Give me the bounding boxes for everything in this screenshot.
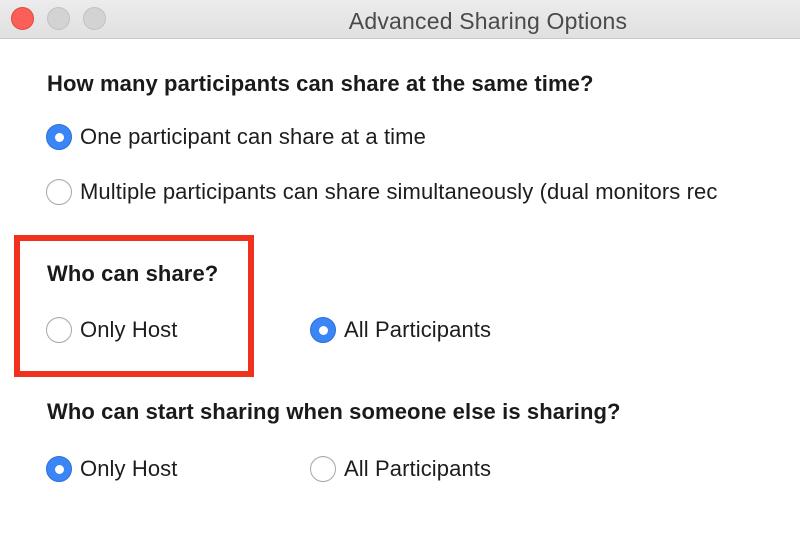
- radio-option-one-participant[interactable]: One participant can share at a time: [46, 124, 426, 150]
- radio-button-unselected[interactable]: [46, 317, 72, 343]
- radio-option-label: Only Host: [80, 456, 178, 481]
- radio-button-unselected[interactable]: [310, 456, 336, 482]
- radio-option-label: One participant can share at a time: [80, 124, 426, 149]
- radio-option-label: Only Host: [80, 317, 178, 342]
- question-start-sharing: Who can start sharing when someone else …: [47, 399, 621, 424]
- radio-option-start-all-participants[interactable]: All Participants: [310, 456, 491, 482]
- radio-option-label: Multiple participants can share simultan…: [80, 179, 718, 204]
- radio-option-share-all-participants[interactable]: All Participants: [310, 317, 491, 343]
- radio-button-selected[interactable]: [46, 124, 72, 150]
- window-title: Advanced Sharing Options: [348, 8, 628, 34]
- radio-option-multiple-participants[interactable]: Multiple participants can share simultan…: [46, 179, 717, 205]
- question-who-can-share: Who can share?: [47, 261, 219, 286]
- radio-option-label: All Participants: [344, 317, 492, 342]
- radio-option-share-only-host[interactable]: Only Host: [46, 317, 177, 343]
- advanced-sharing-options-window: Advanced Sharing Options How many partic…: [0, 0, 800, 533]
- title-bar: Advanced Sharing Options: [0, 0, 800, 39]
- highlight-annotation-box: [14, 235, 254, 377]
- question-share-count: How many participants can share at the s…: [47, 71, 594, 96]
- radio-button-selected[interactable]: [46, 456, 72, 482]
- radio-option-start-only-host[interactable]: Only Host: [46, 456, 177, 482]
- radio-option-label: All Participants: [344, 456, 492, 481]
- radio-button-unselected[interactable]: [46, 179, 72, 205]
- radio-button-selected[interactable]: [310, 317, 336, 343]
